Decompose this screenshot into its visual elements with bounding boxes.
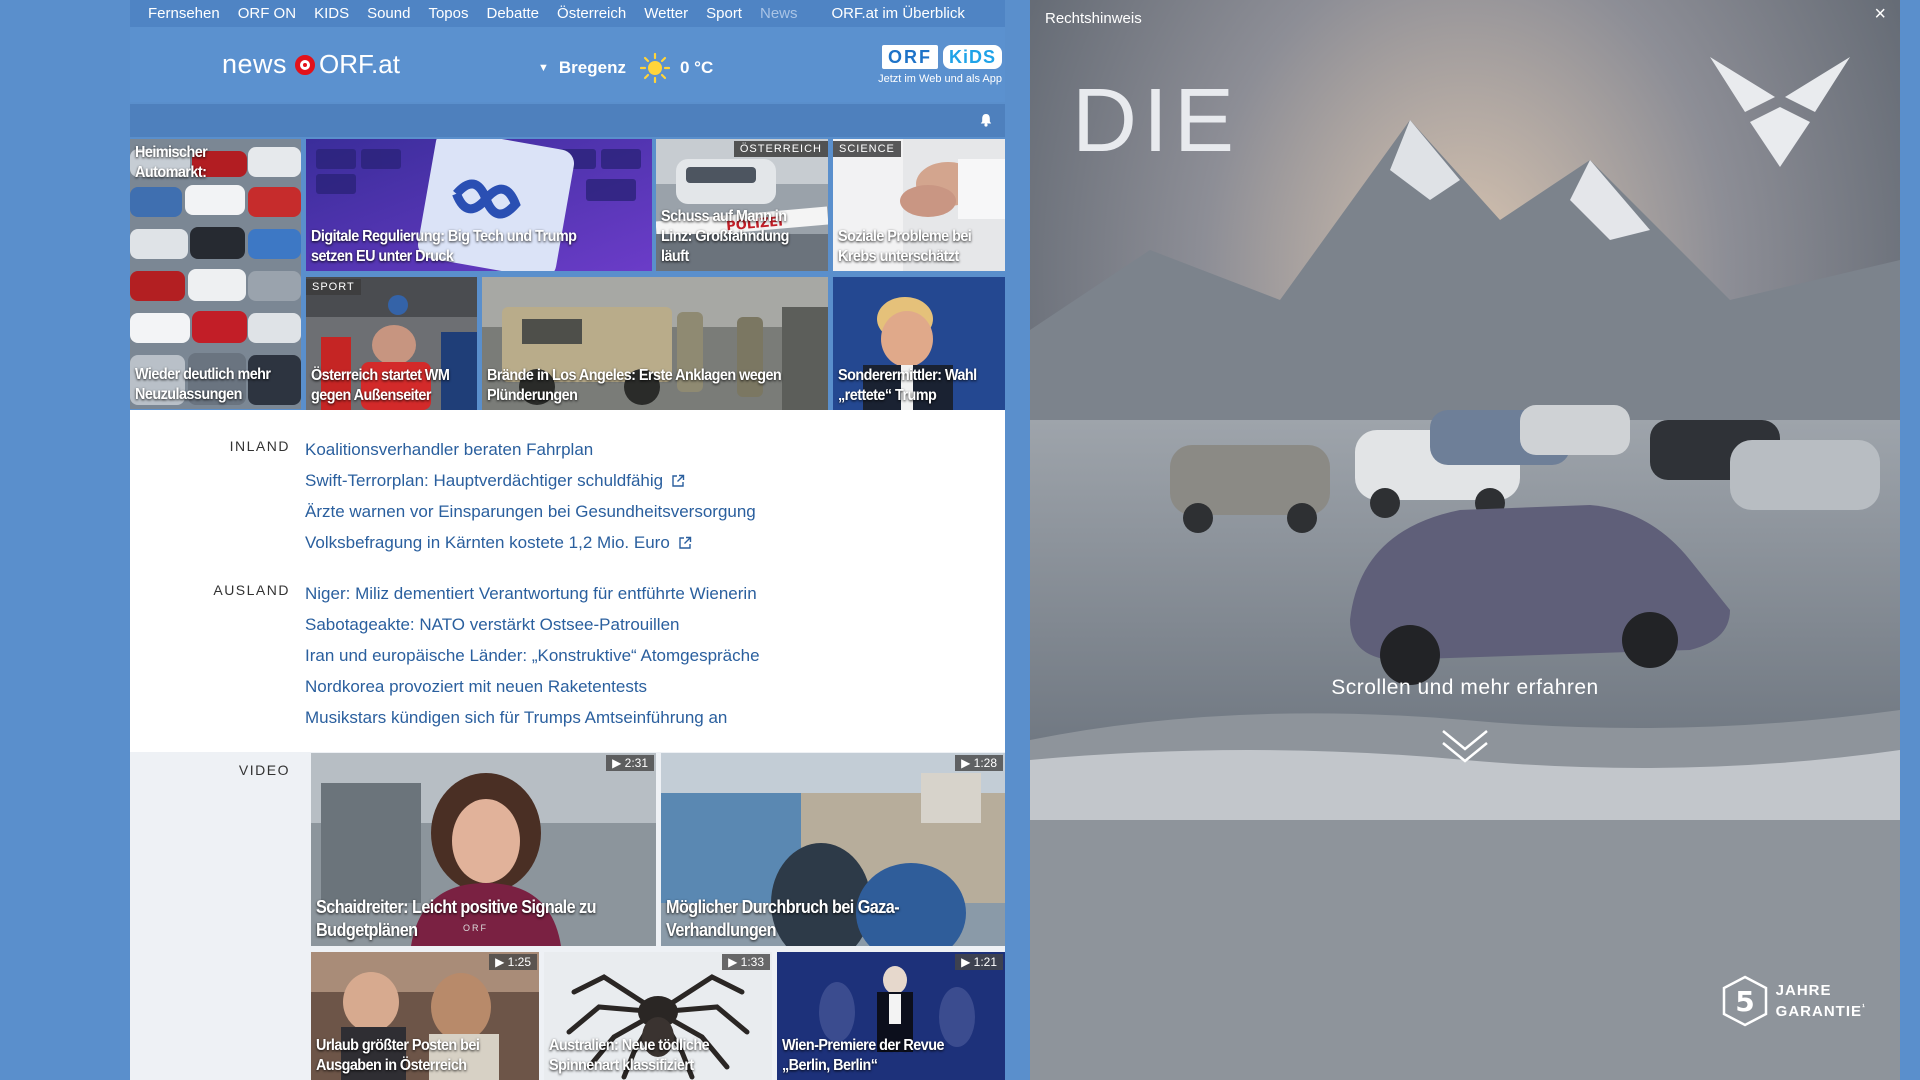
weather-widget[interactable]: ▼ Bregenz 0 °C xyxy=(538,53,713,83)
site-header: news ORF.at ▼ Bregenz 0 °C ORF KiDS Jetz… xyxy=(130,27,1005,102)
nav-news[interactable]: News xyxy=(760,5,798,22)
tile-title: Schuss auf Mann in Linz: Großfahndung lä… xyxy=(661,208,789,265)
headline-link[interactable]: Musikstars kündigen sich für Trumps Amts… xyxy=(305,702,760,733)
guarantee-line1: JAHRE xyxy=(1775,982,1832,999)
close-icon[interactable]: × xyxy=(1874,3,1886,26)
tile-title: Brände in Los Angeles: Erste Anklagen we… xyxy=(487,367,782,404)
kids-tagline: Jetzt im Web und als App xyxy=(878,73,1002,85)
video-tile-urlaub[interactable]: ▶ 1:25 Urlaub größter Posten bei Ausgabe… xyxy=(311,952,539,1080)
notification-bar xyxy=(130,104,1005,137)
nav-orf-on[interactable]: ORF ON xyxy=(238,5,296,22)
news-lists: INLAND Koalitionsverhandler beraten Fahr… xyxy=(130,410,1005,752)
headline-link[interactable]: Niger: Miliz dementiert Verantwortung fü… xyxy=(305,578,760,609)
video-title: Australien: Neue tödliche Spinnenart kla… xyxy=(549,1037,710,1074)
story-tile-handball-wm[interactable]: SPORT Österreich startet WM gegen Außens… xyxy=(306,277,477,410)
story-tile-sonderermittler[interactable]: Sonderermittler: Wahl „rettete“ Trump xyxy=(833,277,1005,410)
video-title: Schaidreiter: Leicht positive Signale zu… xyxy=(316,897,597,940)
guarantee-line2: GARANTIE xyxy=(1775,1003,1862,1020)
story-tile-schuss-linz[interactable]: POLIZEI ÖSTERREICH Schuss auf Mann in Li… xyxy=(656,139,828,271)
orf-eye-icon xyxy=(295,54,316,75)
nav-overview[interactable]: ORF.at im Überblick xyxy=(832,5,965,22)
chevron-down-icon[interactable] xyxy=(1440,725,1490,765)
story-tile-brande-la[interactable]: Brände in Los Angeles: Erste Anklagen we… xyxy=(482,277,828,410)
video-tile-gaza[interactable]: ▶ 1:28 Möglicher Durchbruch bei Gaza-Ver… xyxy=(661,753,1005,946)
headline-link[interactable]: Koalitionsverhandler beraten Fahrplan xyxy=(305,434,756,465)
guarantee-badge: 5 JAHRE GARANTIE¹ xyxy=(1722,975,1866,1027)
tile-category-label: ÖSTERREICH xyxy=(733,141,828,157)
nav-sport[interactable]: Sport xyxy=(706,5,742,22)
tile-category-label: SCIENCE xyxy=(833,141,901,157)
headline-link[interactable]: Swift-Terrorplan: Hauptverdächtiger schu… xyxy=(305,465,756,496)
nav-kids[interactable]: KIDS xyxy=(314,5,349,22)
nav-topos[interactable]: Topos xyxy=(428,5,468,22)
nav-fernsehen[interactable]: Fernsehen xyxy=(148,5,220,22)
section-label-video: VIDEO xyxy=(238,762,290,778)
video-title: Wien-Premiere der Revue „Berlin, Berlin“ xyxy=(782,1037,944,1074)
tile-title: Sonderermittler: Wahl „rettete“ Trump xyxy=(838,367,977,404)
headline-link[interactable]: Nordkorea provoziert mit neuen Raketente… xyxy=(305,671,760,702)
video-duration: ▶ 1:25 xyxy=(489,954,537,970)
top-navigation: Fernsehen ORF ON KIDS Sound Topos Debatt… xyxy=(130,0,1005,27)
caret-down-icon[interactable]: ▼ xyxy=(538,62,549,74)
headline-link[interactable]: Sabotageakte: NATO verstärkt Ostsee-Patr… xyxy=(305,609,760,640)
orf-kids-promo[interactable]: ORF KiDS Jetzt im Web und als App xyxy=(878,45,1002,85)
story-tile-digitale-regulierung[interactable]: Digitale Regulierung: Big Tech und Trump… xyxy=(306,139,652,271)
ad-headline: DIE xyxy=(1072,71,1241,171)
tile-title: Heimischer Automarkt: xyxy=(135,144,208,181)
section-label-ausland: AUSLAND xyxy=(213,582,290,598)
kids-logo: KiDS xyxy=(942,45,1002,69)
headline-link[interactable]: Ärzte warnen vor Einsparungen bei Gesund… xyxy=(305,496,756,527)
story-tile-automarkt[interactable]: Heimischer Automarkt: Wieder deutlich me… xyxy=(130,139,301,409)
sun-icon xyxy=(639,53,670,83)
tile-title: Digitale Regulierung: Big Tech und Trump… xyxy=(311,228,577,265)
nav-debatte[interactable]: Debatte xyxy=(486,5,539,22)
logo-news-text: news xyxy=(222,49,288,79)
nav-oesterreich[interactable]: Österreich xyxy=(557,5,626,22)
external-link-icon xyxy=(679,536,691,549)
video-duration: ▶ 1:21 xyxy=(955,954,1003,970)
footnote-mark: ¹ xyxy=(1862,1002,1866,1012)
tile-title: Österreich startet WM gegen Außenseiter xyxy=(311,367,450,404)
logo-orf-text: ORF.at xyxy=(319,49,400,79)
weather-city: Bregenz xyxy=(558,58,626,77)
shield-five-badge: 5 xyxy=(1722,975,1767,1027)
external-link-icon xyxy=(672,474,685,487)
cupra-logo-icon xyxy=(1710,57,1850,167)
headline-link[interactable]: Iran und europäische Länder: „Konstrukti… xyxy=(305,640,760,671)
scroll-prompt: Scrollen und mehr erfahren xyxy=(1331,676,1599,699)
nav-wetter[interactable]: Wetter xyxy=(644,5,688,22)
orf-watermark: ORF xyxy=(463,923,488,933)
video-duration: ▶ 1:28 xyxy=(955,755,1003,771)
video-tile-revue[interactable]: ▶ 1:21 Wien-Premiere der Revue „Berlin, … xyxy=(777,952,1005,1080)
weather-temperature: 0 °C xyxy=(679,58,714,77)
cupra-advertisement[interactable]: Rechtshinweis × DIE Scrollen und mehr er… xyxy=(1030,0,1900,1080)
headline-link[interactable]: Volksbefragung in Kärnten kostete 1,2 Mi… xyxy=(305,527,756,558)
tile-subtitle: Wieder deutlich mehr Neuzulassungen xyxy=(135,366,271,403)
orf-logo: ORF xyxy=(881,45,938,69)
nav-sound[interactable]: Sound xyxy=(367,5,410,22)
svg-text:5: 5 xyxy=(1735,985,1754,1018)
story-tile-soziale-probleme[interactable]: SCIENCE Soziale Probleme bei Krebs unter… xyxy=(833,139,1005,271)
video-duration: ▶ 1:33 xyxy=(722,954,770,970)
news-orf-logo[interactable]: news ORF.at xyxy=(222,49,400,80)
video-title: Möglicher Durchbruch bei Gaza-Verhandlun… xyxy=(666,897,900,940)
tile-category-label: SPORT xyxy=(306,279,361,295)
video-tile-schaidreiter[interactable]: ▶ 2:31 Schaidreiter: Leicht positive Sig… xyxy=(311,753,656,946)
video-duration: ▶ 2:31 xyxy=(606,755,654,771)
tile-title: Soziale Probleme bei Krebs unterschätzt xyxy=(838,228,972,265)
video-tile-spinne[interactable]: ▶ 1:33 Australien: Neue tödliche Spinnen… xyxy=(544,952,772,1080)
section-label-inland: INLAND xyxy=(229,438,290,454)
video-title: Urlaub größter Posten bei Ausgaben in Ös… xyxy=(316,1037,480,1074)
bell-icon[interactable] xyxy=(979,113,993,127)
legal-notice-link[interactable]: Rechtshinweis xyxy=(1045,10,1142,27)
